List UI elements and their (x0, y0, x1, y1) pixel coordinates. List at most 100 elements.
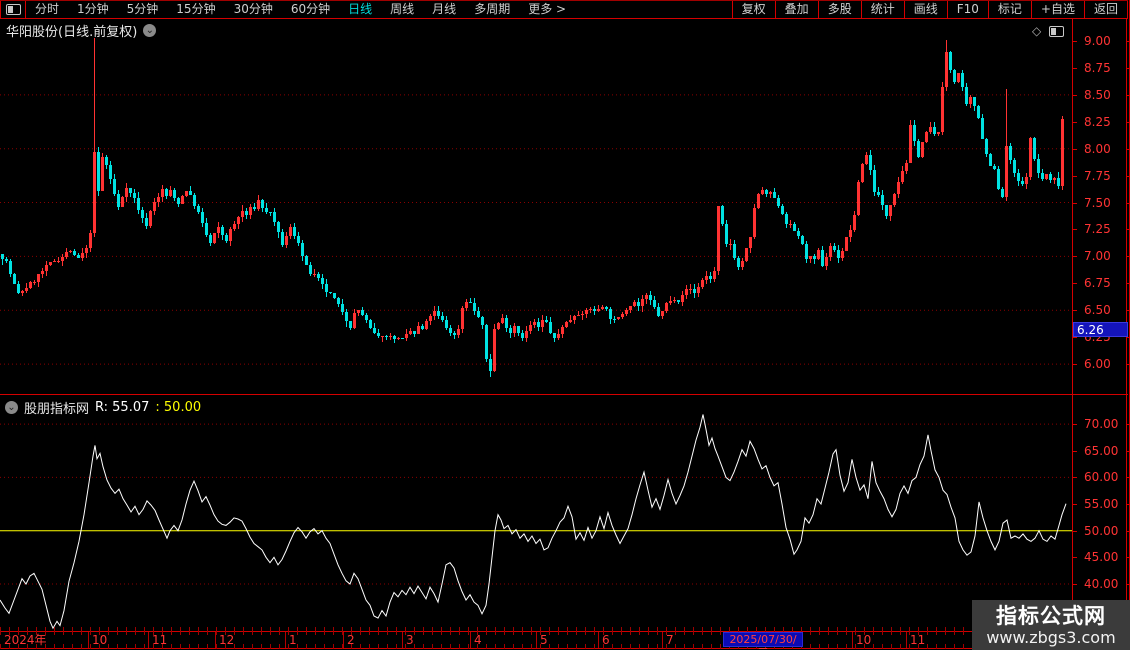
candle-body (985, 139, 988, 154)
timeline-minor-tick (171, 644, 172, 649)
candle-body (101, 157, 104, 191)
timeline-minor-tick (324, 644, 325, 649)
candle-body (853, 215, 856, 230)
toolbar-button-+自选[interactable]: +自选 (1030, 1, 1084, 18)
timeline-minor-tick (936, 627, 937, 635)
timeline-month-divider (88, 632, 89, 648)
toolbar-button-多股[interactable]: 多股 (817, 1, 861, 18)
candle-body (905, 163, 908, 171)
candle-body (693, 289, 696, 293)
timeline-minor-tick (558, 644, 559, 649)
timeline-minor-tick (333, 644, 334, 649)
diamond-icon[interactable]: ◇ (1032, 24, 1041, 38)
timeframe-tab-分时[interactable]: 分时 (26, 1, 68, 18)
timeline-minor-tick (333, 627, 334, 635)
candle-body (605, 307, 608, 309)
candle-body (597, 309, 600, 311)
timeline-minor-tick (315, 644, 316, 649)
price-axis-label-6.75: 6.75 (1084, 276, 1111, 291)
candle-body (885, 205, 888, 216)
candle-body (69, 251, 72, 252)
candle-body (201, 212, 204, 223)
timeline-minor-tick (567, 644, 568, 649)
candle-body (169, 190, 172, 196)
timeframe-tab-15分钟[interactable]: 15分钟 (167, 1, 224, 18)
indicator-canvas[interactable] (0, 395, 1072, 631)
candle-body (153, 202, 156, 211)
timeframe-tabs: 分时 1分钟 5分钟 15分钟 30分钟 60分钟 日线 周线 月线 多周期 更多 > (26, 1, 575, 18)
price-axis-tick (1072, 202, 1077, 204)
timeline-minor-tick (531, 644, 532, 649)
candle-body (349, 321, 352, 328)
price-axis-tick (1072, 310, 1077, 312)
timeline-label-2: 2 (347, 633, 355, 647)
price-axis-label-7.25: 7.25 (1084, 222, 1111, 237)
timeframe-tab-周线[interactable]: 周线 (381, 1, 423, 18)
candle-body (625, 310, 628, 314)
candle-body (809, 256, 812, 259)
split-window-icon[interactable] (1049, 25, 1065, 37)
candle-body (221, 227, 224, 235)
candlestick-canvas[interactable] (0, 18, 1072, 394)
timeline-minor-tick (207, 644, 208, 649)
candle-body (901, 171, 904, 182)
chevron-down-icon[interactable]: ⌄ (143, 24, 157, 37)
timeframe-tab-月线[interactable]: 月线 (423, 1, 465, 18)
price-axis-tick (1072, 94, 1077, 96)
candle-body (977, 106, 980, 118)
timeline-minor-tick (243, 627, 244, 635)
timeline-minor-tick (279, 644, 280, 649)
timeline-minor-tick (522, 627, 523, 635)
candle-body (229, 229, 232, 241)
timeframe-tab-5分钟[interactable]: 5分钟 (118, 1, 168, 18)
timeframe-tab-日线[interactable]: 日线 (339, 1, 381, 18)
timeline-minor-tick (576, 644, 577, 649)
timeline-minor-tick (117, 627, 118, 635)
timeline-minor-tick (468, 644, 469, 649)
timeframe-tab-60分钟[interactable]: 60分钟 (282, 1, 339, 18)
timeline-minor-tick (216, 627, 217, 635)
timeline-minor-tick (108, 627, 109, 635)
timeline-minor-tick (117, 644, 118, 649)
timeline-minor-tick (423, 627, 424, 635)
chevron-down-icon[interactable]: ⌄ (5, 401, 18, 414)
toolbar-button-画线[interactable]: 画线 (903, 1, 947, 18)
timeline-border (0, 631, 1130, 632)
candle-body (137, 198, 140, 210)
candle-body (73, 251, 76, 255)
timeframe-tab-更多 >[interactable]: 更多 > (519, 1, 575, 18)
timeline-minor-tick (279, 627, 280, 635)
candle-body (397, 338, 400, 339)
candle-body (1025, 177, 1028, 184)
candle-body (1017, 173, 1020, 181)
toolbar-button-统计[interactable]: 统计 (860, 1, 904, 18)
chart-corner-icons: ◇ (1032, 24, 1065, 38)
candle-body (601, 307, 604, 309)
timeline-minor-tick (306, 627, 307, 635)
candle-body (645, 295, 648, 299)
candle-body (121, 197, 124, 207)
toolbar-button-F10[interactable]: F10 (946, 1, 988, 18)
candle-body (973, 97, 976, 106)
price-axis-tick (1072, 256, 1077, 258)
split-window-button[interactable] (0, 1, 26, 18)
toolbar-button-标记[interactable]: 标记 (987, 1, 1031, 18)
toolbar-button-复权[interactable]: 复权 (731, 1, 775, 18)
indicator-axis-tick (1126, 450, 1130, 452)
candle-body (217, 227, 220, 233)
candle-body (277, 222, 280, 232)
timeframe-tab-多周期[interactable]: 多周期 (465, 1, 519, 18)
toolbar-button-叠加[interactable]: 叠加 (774, 1, 818, 18)
toolbar-button-返回[interactable]: 返回 (1083, 1, 1128, 18)
timeline-minor-tick (180, 627, 181, 635)
candle-body (233, 224, 236, 229)
timeframe-tab-30分钟[interactable]: 30分钟 (225, 1, 282, 18)
candle-body (817, 250, 820, 259)
candle-body (97, 152, 100, 191)
timeline-minor-tick (621, 644, 622, 649)
timeline-minor-tick (927, 644, 928, 649)
candle-body (393, 336, 396, 339)
timeline-minor-tick (432, 644, 433, 649)
timeframe-tab-1分钟[interactable]: 1分钟 (68, 1, 118, 18)
timeline-minor-tick (900, 644, 901, 649)
